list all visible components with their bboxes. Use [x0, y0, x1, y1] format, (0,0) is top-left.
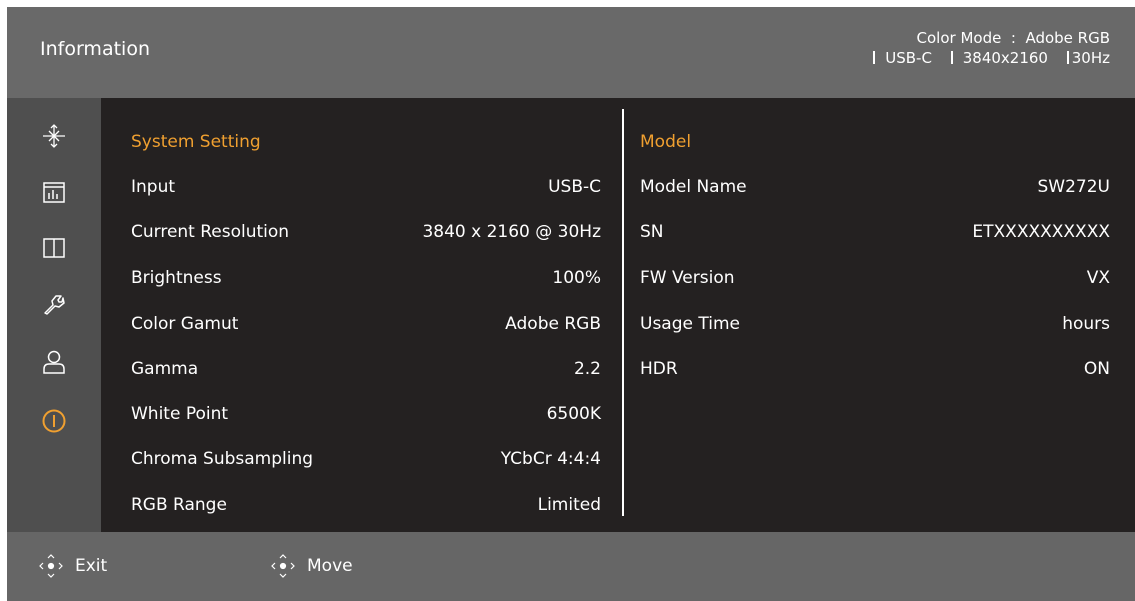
exit-label: Exit [75, 556, 108, 576]
system-row-label: White Point [131, 404, 229, 424]
header-bar: Information Color Mode : Adobe RGB USB-C… [7, 7, 1135, 98]
model-row-label: Model Name [640, 177, 747, 197]
osd-window: Information Color Mode : Adobe RGB USB-C… [7, 7, 1135, 601]
split-window-icon[interactable] [41, 235, 67, 261]
chart-grid-icon[interactable] [41, 179, 67, 205]
signal-status: USB-C 3840x2160 30Hz [859, 48, 1110, 68]
exit-hint[interactable]: Exit [37, 552, 107, 580]
joystick-icon [39, 554, 63, 578]
model-row-value: hours [1062, 314, 1110, 334]
model-row-label: Usage Time [640, 314, 740, 334]
power-info-icon[interactable] [41, 408, 67, 434]
model-row-label: HDR [640, 359, 678, 379]
system-row-value: YCbCr 4:4:4 [500, 449, 601, 469]
model-row-value: VX [1086, 268, 1110, 288]
system-row-label: Color Gamut [131, 314, 239, 334]
system-row-value: 100% [552, 268, 601, 288]
model-row-label: FW Version [640, 268, 735, 288]
move-hint[interactable]: Move [269, 552, 353, 580]
color-mode-status: Color Mode : Adobe RGB [916, 29, 1110, 47]
system-setting-title: System Setting [131, 132, 261, 152]
sidebar [7, 98, 101, 532]
move-label: Move [307, 556, 353, 576]
wrench-icon[interactable] [41, 291, 67, 317]
model-row-value: ON [1083, 359, 1110, 379]
model-row-value: SW272U [1037, 177, 1111, 197]
refresh-status: 30Hz [1071, 49, 1110, 67]
system-row-value: Limited [537, 495, 601, 515]
info-panel: System Setting Input USB-C Current Resol… [101, 98, 1135, 532]
column-divider [622, 109, 624, 516]
system-row-label: Current Resolution [131, 222, 290, 242]
user-icon[interactable] [41, 349, 67, 375]
system-row-label: Chroma Subsampling [131, 449, 314, 469]
system-row-value: Adobe RGB [505, 314, 601, 334]
status-info: Color Mode : Adobe RGB USB-C 3840x2160 3… [859, 28, 1110, 68]
system-row-label: Gamma [131, 359, 199, 379]
joystick-icon [271, 554, 295, 578]
resolution-status: 3840x2160 [962, 49, 1048, 67]
page-title: Information [40, 38, 150, 60]
model-row-label: SN [640, 222, 664, 242]
system-row-value: 3840 x 2160 @ 30Hz [422, 222, 601, 242]
system-row-value: USB-C [548, 177, 601, 197]
input-status: USB-C [885, 49, 932, 67]
model-title: Model [640, 132, 692, 152]
system-row-label: Brightness [131, 268, 222, 288]
model-row-value: ETXXXXXXXXXX [972, 222, 1110, 242]
system-row-value: 6500K [546, 404, 601, 424]
system-row-value: 2.2 [573, 359, 601, 379]
footer-bar: Exit Move [7, 532, 1135, 601]
system-row-label: Input [131, 177, 176, 197]
sparkle-compass-icon[interactable] [41, 123, 67, 149]
system-row-label: RGB Range [131, 495, 227, 515]
